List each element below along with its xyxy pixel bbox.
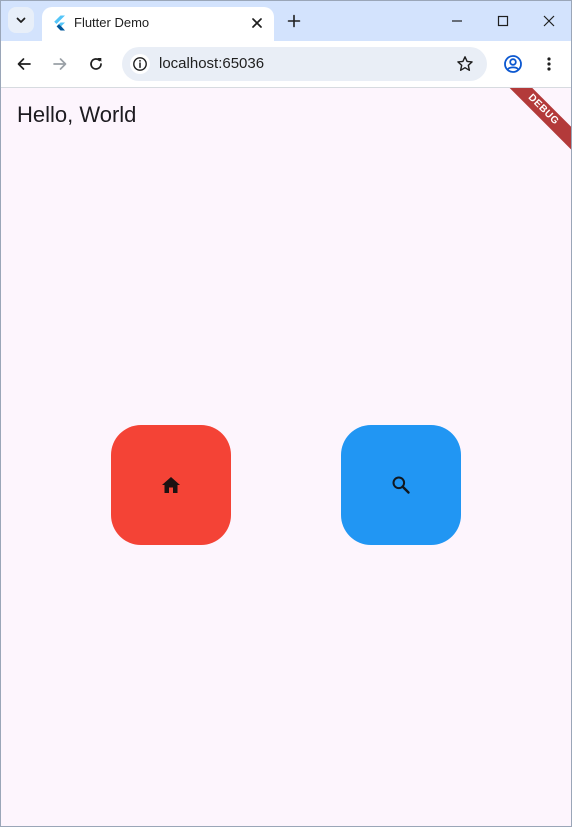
minimize-icon — [452, 20, 462, 22]
plus-icon — [287, 14, 301, 28]
profile-button[interactable] — [501, 52, 525, 76]
chevron-down-icon — [16, 17, 26, 23]
tab-title: Flutter Demo — [74, 15, 150, 30]
flutter-logo-icon — [54, 15, 65, 31]
debug-banner: DEBUG — [496, 88, 571, 157]
new-tab-button[interactable] — [284, 11, 304, 31]
greeting-text: Hello, World — [17, 102, 137, 127]
window-close-button[interactable] — [535, 7, 563, 35]
back-button[interactable] — [12, 52, 36, 76]
tab-flutter-demo[interactable]: Flutter Demo — [42, 7, 274, 41]
reload-button[interactable] — [84, 52, 108, 76]
address-bar[interactable]: localhost:65036 — [122, 47, 487, 81]
maximize-button[interactable] — [489, 7, 517, 35]
flutter-app-page: Hello, World DEBUG — [1, 88, 571, 826]
bookmark-button[interactable] — [455, 54, 475, 74]
star-icon — [457, 56, 473, 71]
close-icon — [543, 15, 555, 27]
search-icon — [392, 476, 410, 494]
home-tile-button[interactable] — [111, 425, 231, 545]
more-vert-icon — [547, 57, 551, 71]
reload-icon — [90, 58, 102, 70]
browser-window: Flutter Demo localhost:65036 Hello, Worl… — [0, 0, 572, 827]
home-icon — [162, 477, 180, 493]
search-tile-button[interactable] — [341, 425, 461, 545]
url-text: localhost:65036 — [159, 55, 265, 72]
browser-toolbar: localhost:65036 — [1, 41, 571, 88]
tab-strip: Flutter Demo — [1, 1, 571, 41]
close-icon — [252, 18, 262, 28]
info-icon — [133, 57, 147, 71]
tab-close-button[interactable] — [249, 15, 265, 31]
account-circle-icon — [504, 55, 522, 73]
menu-button[interactable] — [537, 52, 561, 76]
maximize-icon — [497, 15, 509, 27]
tab-search-button[interactable] — [8, 7, 34, 33]
arrow-right-icon — [53, 58, 67, 70]
arrow-left-icon — [17, 58, 31, 70]
minimize-button[interactable] — [443, 7, 471, 35]
site-info-button[interactable] — [130, 54, 150, 74]
forward-button[interactable] — [48, 52, 72, 76]
